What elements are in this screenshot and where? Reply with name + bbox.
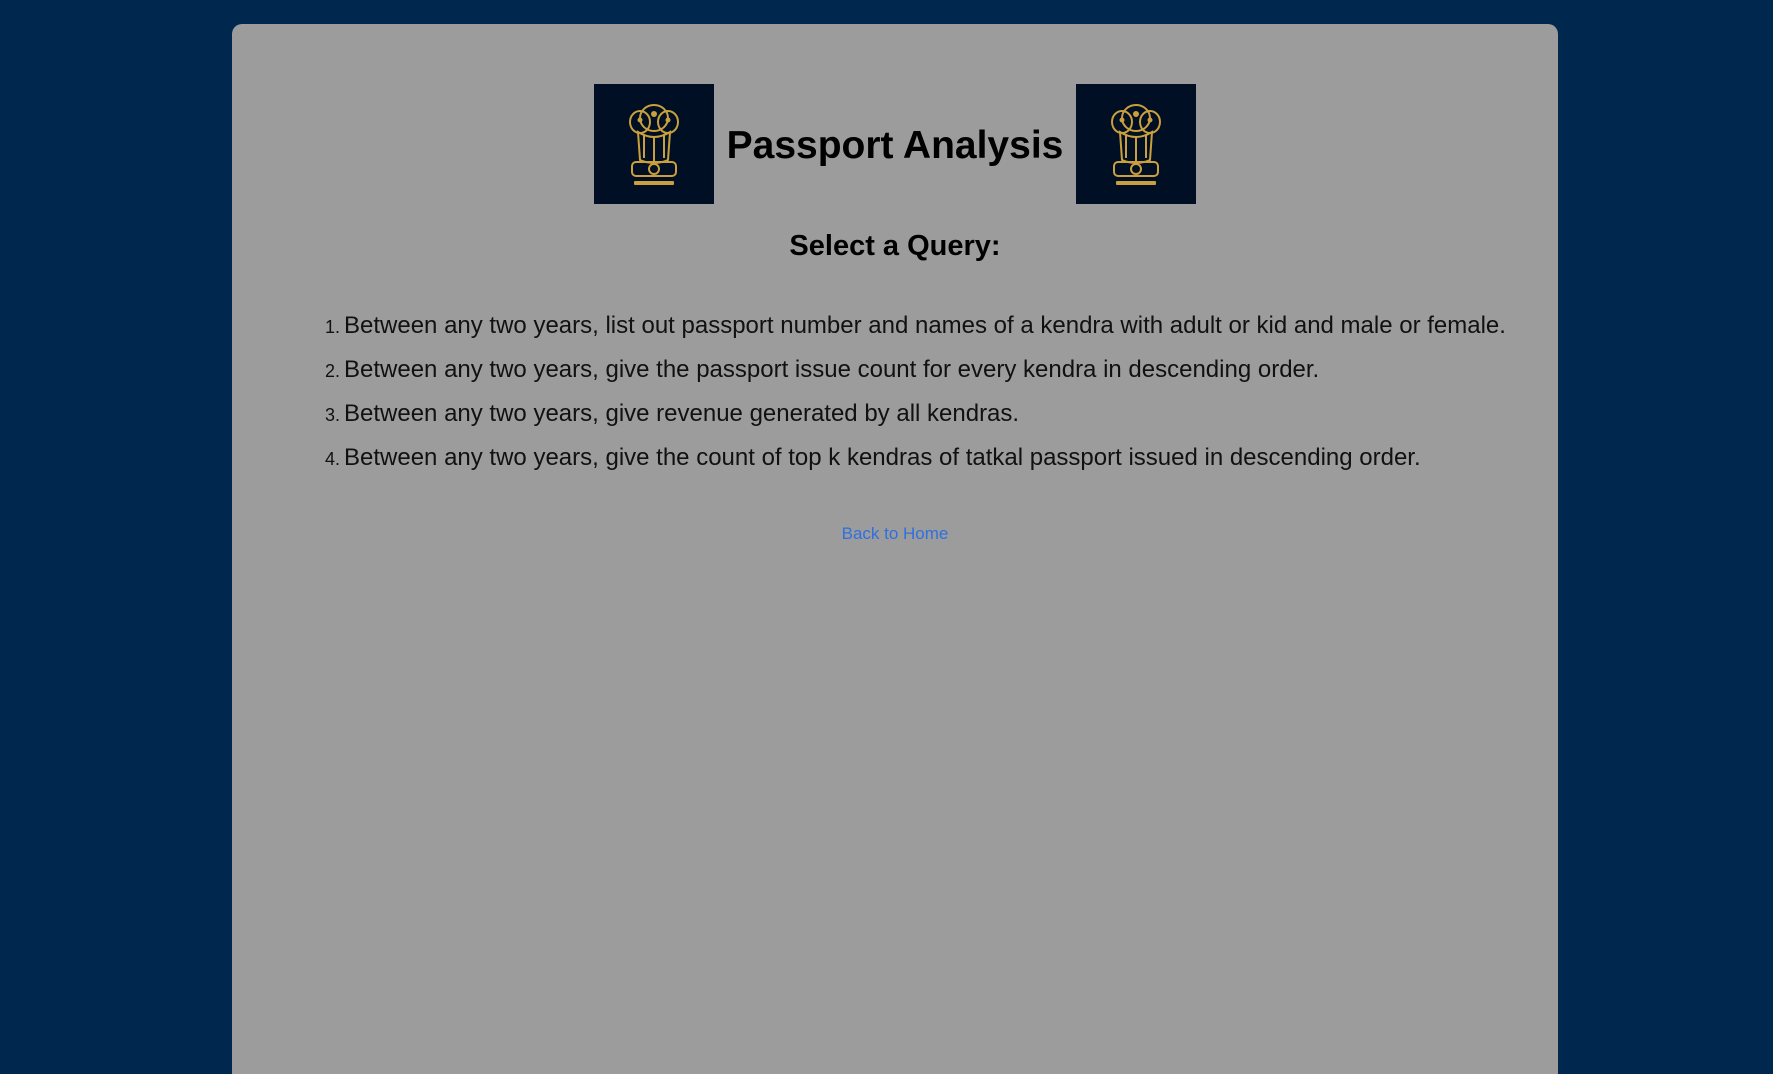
national-emblem-icon <box>594 84 714 204</box>
main-panel: Passport Analysis Select a Query: 1. Bet… <box>232 24 1558 1074</box>
page-header: Passport Analysis <box>232 84 1558 204</box>
query-list: 1. Between any two years, list out passp… <box>324 312 1506 488</box>
query-heading: Select a Query: <box>789 230 1001 262</box>
list-number: 1. <box>324 317 340 337</box>
query-label[interactable]: Between any two years, give the count of… <box>344 444 1421 472</box>
query-label[interactable]: Between any two years, list out passport… <box>344 312 1506 340</box>
query-option-4[interactable]: 4. Between any two years, give the count… <box>324 444 1506 488</box>
back-to-home-link[interactable]: Back to Home <box>842 524 949 543</box>
national-emblem-icon <box>1076 84 1196 204</box>
list-number: 4. <box>324 449 340 469</box>
query-option-1[interactable]: 1. Between any two years, list out passp… <box>324 312 1506 356</box>
query-option-3[interactable]: 3. Between any two years, give revenue g… <box>324 400 1506 444</box>
page-title: Passport Analysis <box>726 124 1064 167</box>
query-label[interactable]: Between any two years, give revenue gene… <box>344 400 1019 428</box>
list-number: 2. <box>324 361 340 381</box>
back-link-container: Back to Home <box>232 524 1558 544</box>
list-number: 3. <box>324 405 340 425</box>
query-option-2[interactable]: 2. Between any two years, give the passp… <box>324 356 1506 400</box>
query-label[interactable]: Between any two years, give the passport… <box>344 356 1319 384</box>
